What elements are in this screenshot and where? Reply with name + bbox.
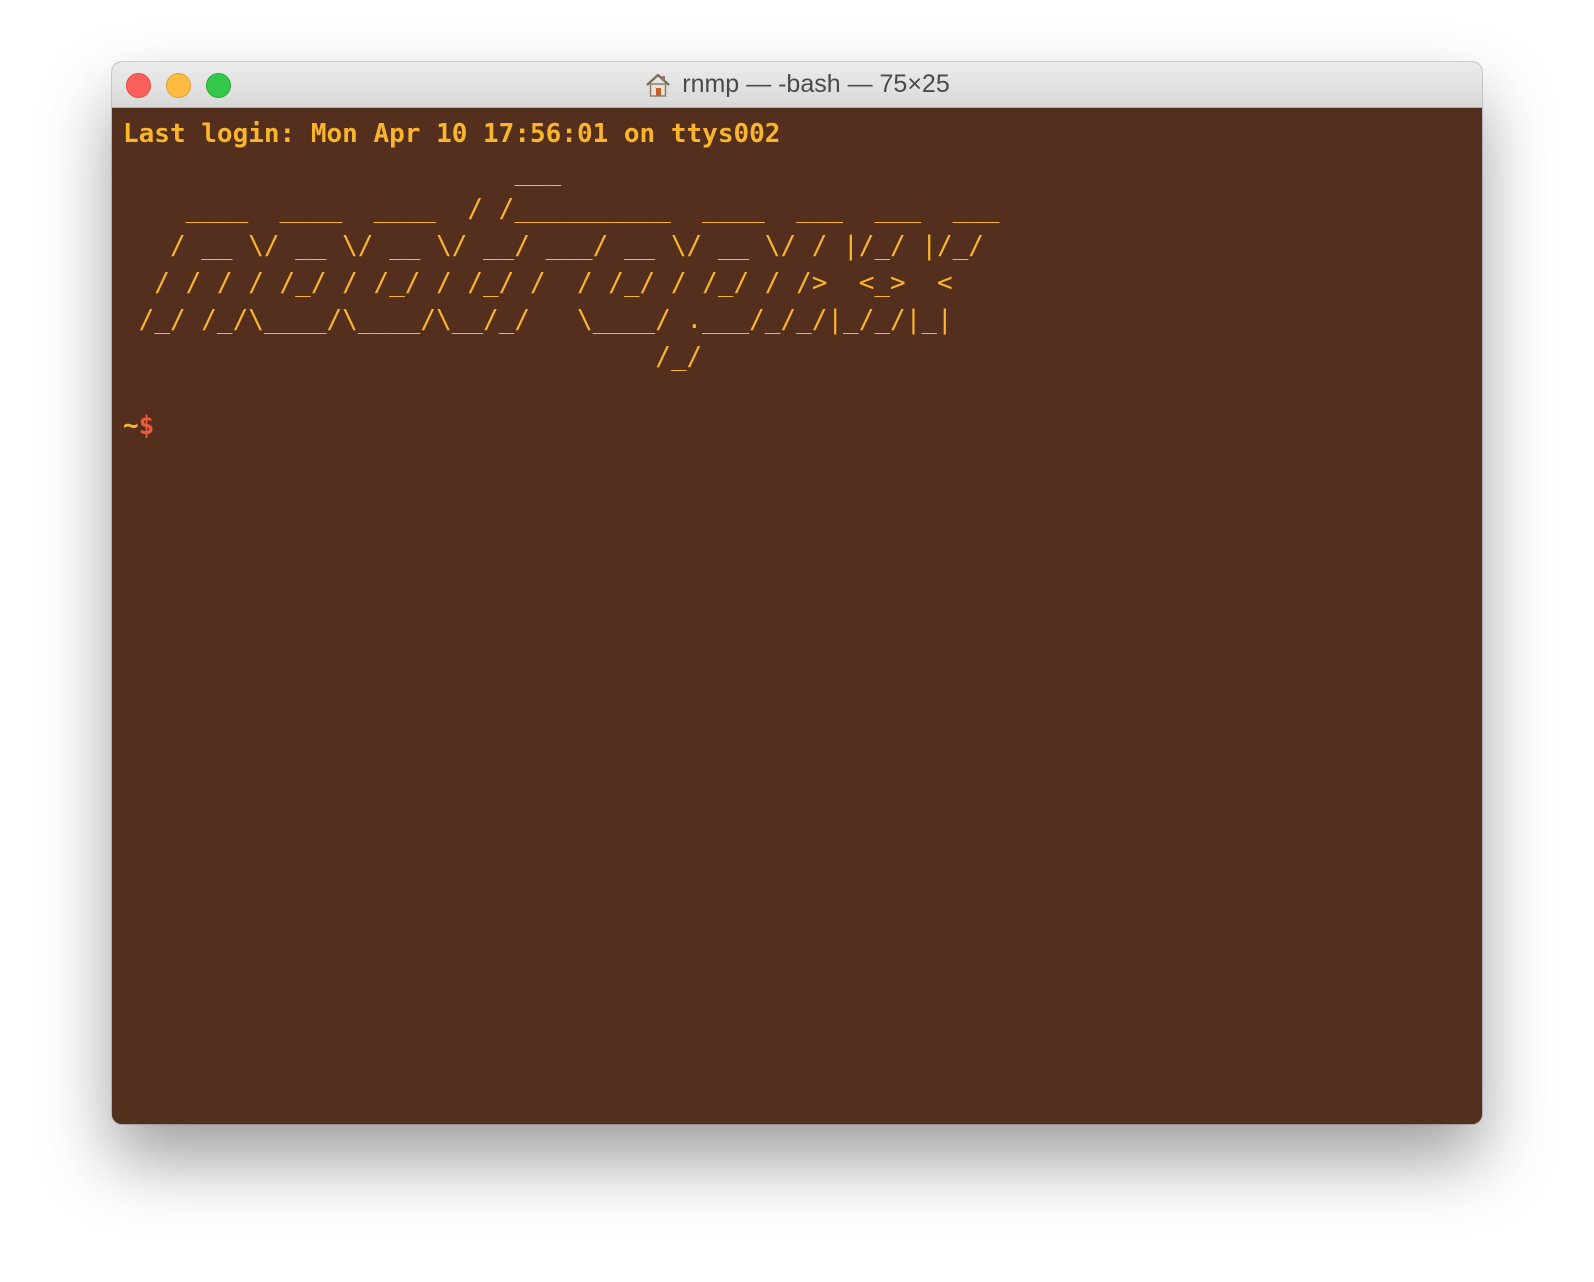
banner-line: / __ \/ __ \/ __ \/ __/ ___/ __ \/ __ \/… xyxy=(123,231,984,261)
window-title: rnmp — -bash — 75×25 xyxy=(682,70,950,98)
last-login-line: Last login: Mon Apr 10 17:56:01 on ttys0… xyxy=(123,119,781,149)
terminal-output[interactable]: Last login: Mon Apr 10 17:56:01 on ttys0… xyxy=(112,108,1482,1124)
prompt-path: ~ xyxy=(123,411,139,441)
banner-line: / / / / /_/ / /_/ / /_/ / / /_/ / /_/ / … xyxy=(123,268,953,298)
ascii-banner: ___ ____ ____ ____ / /__________ ____ __… xyxy=(123,154,1471,376)
banner-line: ____ ____ ____ / /__________ ____ ___ __… xyxy=(123,194,1000,224)
terminal-window: rnmp — -bash — 75×25 Last login: Mon Apr… xyxy=(112,62,1482,1124)
banner-line: ___ xyxy=(123,157,562,187)
prompt-symbol: $ xyxy=(138,411,155,441)
banner-line: /_/ xyxy=(123,342,703,372)
command-prompt[interactable]: ~$ xyxy=(123,408,1471,444)
title-bar[interactable]: rnmp — -bash — 75×25 xyxy=(112,62,1482,108)
window-title-container: rnmp — -bash — 75×25 xyxy=(112,62,1482,107)
home-icon xyxy=(646,73,670,97)
banner-line: /_/ /_/\____/\____/\__/_/ \____/ .___/_/… xyxy=(123,305,953,335)
